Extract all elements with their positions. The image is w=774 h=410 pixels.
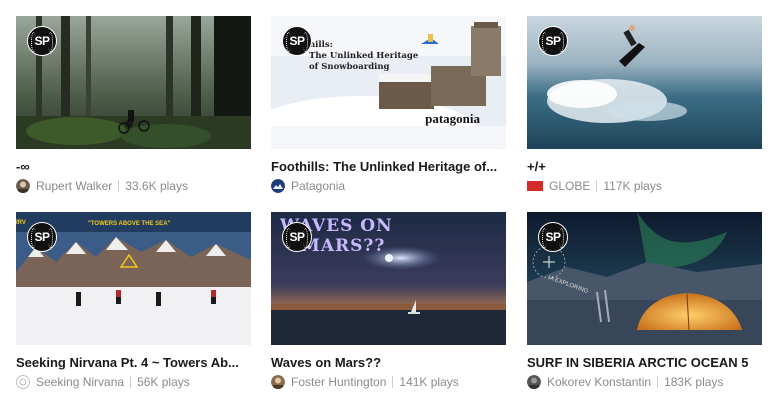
avatar[interactable] [271, 179, 285, 193]
video-card: SP -∞ Rupert Walker 33.6K plays [16, 16, 252, 194]
video-thumbnail[interactable]: SP [16, 16, 251, 149]
video-title[interactable]: Seeking Nirvana Pt. 4 ~ Towers Ab... [16, 355, 252, 371]
avatar[interactable] [271, 375, 285, 389]
video-card: SP +/+ GLOBE 117K plays [527, 16, 763, 194]
video-thumbnail[interactable]: WAVES ON MARS?? SP [271, 212, 506, 345]
sp-badge-icon: SP [282, 26, 312, 56]
video-title[interactable]: +/+ [527, 159, 763, 175]
video-meta: Rupert Walker 33.6K plays [16, 178, 252, 194]
play-count: 33.6K plays [125, 179, 188, 193]
thumbnail-title-line: MARS?? [301, 236, 386, 256]
divider [118, 180, 120, 192]
author-name[interactable]: Patagonia [291, 179, 345, 193]
video-thumbnail[interactable]: SP [527, 16, 762, 149]
thumbnail-title-line: The Unlinked Heritage [309, 51, 419, 61]
avatar[interactable] [527, 375, 541, 389]
video-meta: Foster Huntington 141K plays [271, 374, 507, 390]
divider [392, 376, 394, 388]
sp-badge-icon: SP [27, 222, 57, 252]
play-count: 56K plays [137, 375, 190, 389]
play-count: 183K plays [664, 375, 724, 389]
divider [130, 376, 132, 388]
author-name[interactable]: Kokorev Konstantin [547, 375, 651, 389]
video-title[interactable]: -∞ [16, 159, 252, 175]
video-meta: Kokorev Konstantin 183K plays [527, 374, 774, 390]
video-thumbnail[interactable]: hills: The Unlinked Heritage of Snowboar… [271, 16, 506, 149]
sp-badge-icon: SP [27, 26, 57, 56]
video-meta: GLOBE 117K plays [527, 178, 763, 194]
thumbnail-corner-text: IRV [16, 220, 26, 226]
video-meta: Seeking Nirvana 56K plays [16, 374, 252, 390]
video-card: IA EXPLORING SP SURF IN SIBERIA ARCTIC O… [527, 212, 774, 390]
play-count: 141K plays [399, 375, 459, 389]
author-name[interactable]: GLOBE [549, 179, 590, 193]
video-thumbnail[interactable]: "TOWERS ABOVE THE SEA" IRV SP [16, 212, 251, 345]
sp-badge-icon: SP [538, 222, 568, 252]
video-title[interactable]: Waves on Mars?? [271, 355, 507, 371]
video-card: WAVES ON MARS?? SP Waves on Mars?? Foste… [271, 212, 507, 390]
video-thumbnail[interactable]: IA EXPLORING SP [527, 212, 762, 345]
video-card: hills: The Unlinked Heritage of Snowboar… [271, 16, 507, 194]
avatar[interactable] [16, 179, 30, 193]
divider [657, 376, 659, 388]
play-count: 117K plays [603, 179, 662, 193]
globe-brand-icon[interactable] [527, 181, 543, 191]
sp-badge-icon: SP [282, 222, 312, 252]
author-name[interactable]: Seeking Nirvana [36, 375, 124, 389]
sp-badge-icon: SP [538, 26, 568, 56]
video-meta: Patagonia [271, 178, 507, 194]
video-title[interactable]: Foothills: The Unlinked Heritage of... [271, 159, 507, 175]
video-card: "TOWERS ABOVE THE SEA" IRV SP Seeking Ni… [16, 212, 252, 390]
thumbnail-title-line: of Snowboarding [309, 62, 390, 72]
thumbnail-title: "TOWERS ABOVE THE SEA" [88, 221, 171, 227]
patagonia-logo: patagonia [425, 111, 480, 126]
avatar[interactable] [16, 375, 30, 389]
video-title[interactable]: SURF IN SIBERIA ARCTIC OCEAN 5 [527, 355, 774, 371]
thumbnail-title-line: hills: [309, 40, 333, 50]
author-name[interactable]: Rupert Walker [36, 179, 112, 193]
divider [596, 180, 598, 192]
author-name[interactable]: Foster Huntington [291, 375, 386, 389]
video-grid: SP -∞ Rupert Walker 33.6K plays hills: T… [16, 16, 774, 410]
